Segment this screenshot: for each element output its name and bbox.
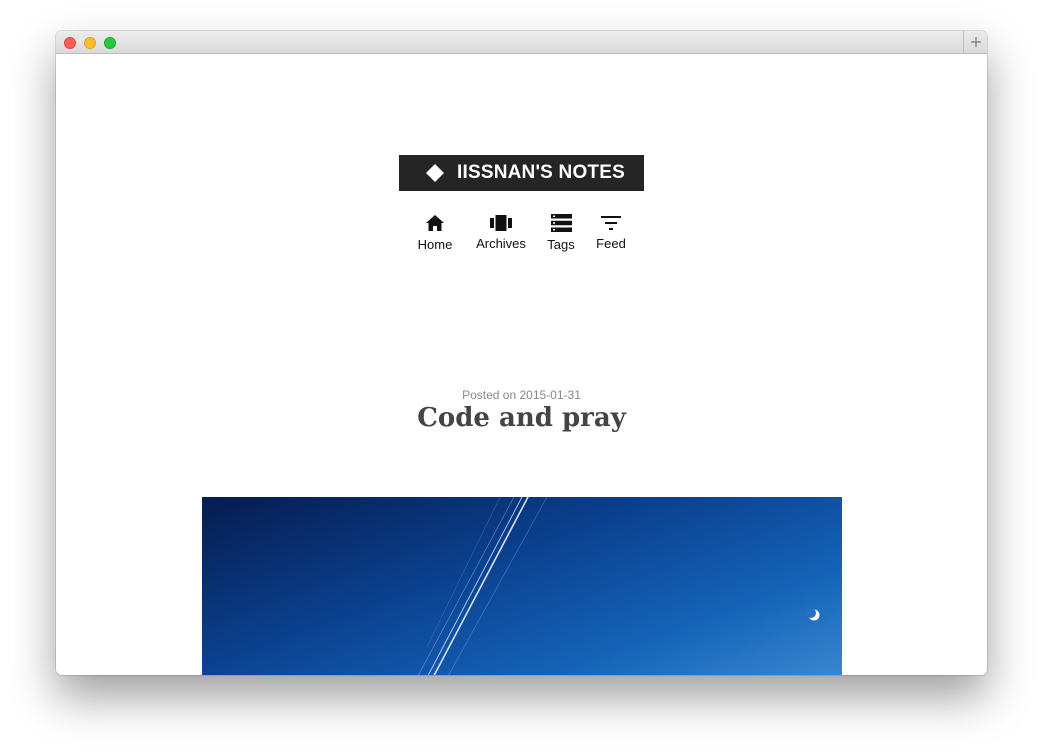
nav-item-feed[interactable]: Feed [594,212,628,258]
post-meta: Posted on 2015-01-31 [56,388,987,402]
site-logo[interactable]: IISSNAN'S NOTES [399,155,644,191]
home-icon [426,215,444,231]
nav-item-home[interactable]: Home [414,212,456,258]
close-button[interactable] [64,37,76,49]
archive-icon [490,215,512,231]
post-date[interactable]: 2015-01-31 [520,388,581,402]
nav-label-tags: Tags [547,237,575,252]
tags-list-icon [550,214,572,232]
nav-item-tags[interactable]: Tags [546,212,576,258]
post-title[interactable]: Code and pray [56,403,987,433]
filter-icon [601,216,621,230]
nav-item-archives[interactable]: Archives [474,212,528,258]
title-bar [56,31,987,54]
posted-label: Posted on [462,388,517,402]
nav-label-home: Home [417,237,453,252]
minimize-button[interactable] [84,37,96,49]
browser-window: IISSNAN'S NOTES Home Archives Tags Feed … [56,31,987,675]
zoom-button[interactable] [104,37,116,49]
post-hero-image [202,497,842,675]
page-content: IISSNAN'S NOTES Home Archives Tags Feed … [56,54,987,675]
star-trails-image [418,497,820,675]
nav-label-archives: Archives [476,236,526,251]
new-tab-button[interactable] [963,31,987,53]
nav-label-feed: Feed [596,236,626,251]
site-title: IISSNAN'S NOTES [457,162,625,183]
diamond-icon [426,164,444,182]
plus-icon [970,37,981,47]
